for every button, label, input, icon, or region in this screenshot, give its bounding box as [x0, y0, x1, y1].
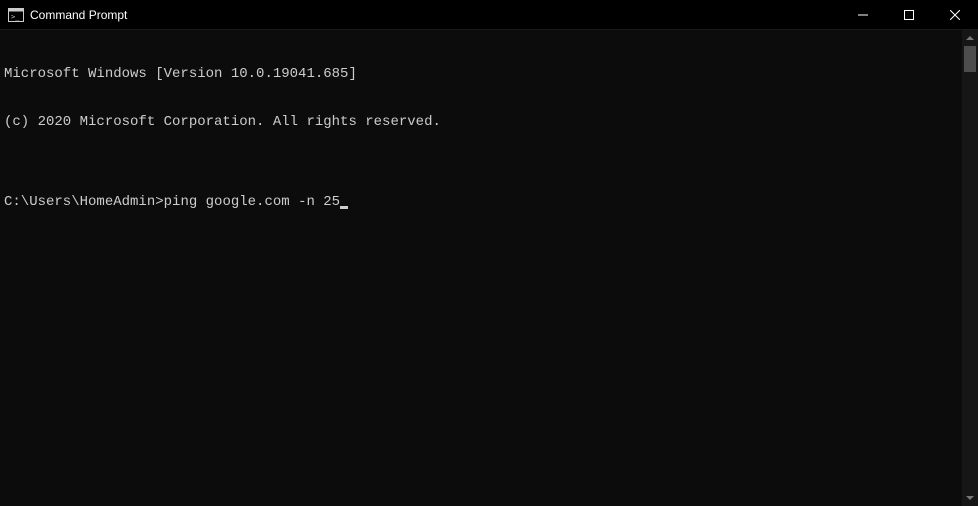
svg-text:>_: >_: [11, 13, 20, 21]
scroll-up-arrow-icon[interactable]: [962, 30, 978, 46]
window-title: Command Prompt: [30, 8, 127, 22]
terminal-cursor: [340, 206, 348, 209]
scrollbar-thumb[interactable]: [964, 46, 976, 72]
maximize-button[interactable]: [886, 0, 932, 29]
cmd-icon: >_: [8, 8, 24, 22]
minimize-button[interactable]: [840, 0, 886, 29]
scroll-down-arrow-icon[interactable]: [962, 490, 978, 506]
terminal-output-line: Microsoft Windows [Version 10.0.19041.68…: [4, 66, 958, 82]
window-titlebar[interactable]: >_ Command Prompt: [0, 0, 978, 30]
window-controls: [840, 0, 978, 29]
terminal-prompt-line: C:\Users\HomeAdmin>ping google.com -n 25: [4, 194, 958, 210]
terminal-command: ping google.com -n 25: [164, 194, 340, 210]
close-button[interactable]: [932, 0, 978, 29]
terminal-content[interactable]: Microsoft Windows [Version 10.0.19041.68…: [0, 30, 962, 506]
titlebar-left: >_ Command Prompt: [0, 8, 127, 22]
terminal-prompt: C:\Users\HomeAdmin>: [4, 194, 164, 210]
terminal-output-line: (c) 2020 Microsoft Corporation. All righ…: [4, 114, 958, 130]
terminal-area[interactable]: Microsoft Windows [Version 10.0.19041.68…: [0, 30, 978, 506]
vertical-scrollbar[interactable]: [962, 30, 978, 506]
